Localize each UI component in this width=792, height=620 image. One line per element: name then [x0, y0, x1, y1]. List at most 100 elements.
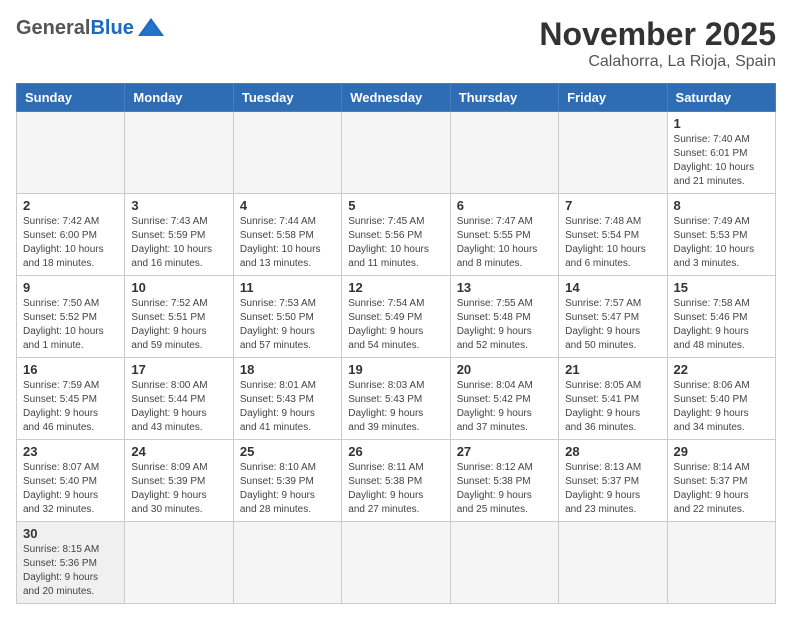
day-info: Sunrise: 7:43 AM Sunset: 5:59 PM Dayligh…	[131, 215, 226, 271]
calendar-week-row: 16 Sunrise: 7:59 AM Sunset: 5:45 PM Dayli…	[17, 358, 776, 440]
calendar-header-wednesday: Wednesday	[342, 84, 450, 112]
calendar: SundayMondayTuesdayWednesdayThursdayFrid…	[16, 83, 776, 604]
day-number: 28	[565, 444, 660, 459]
day-info: Sunrise: 8:06 AM Sunset: 5:40 PM Dayligh…	[674, 379, 769, 435]
day-info: Sunrise: 7:55 AM Sunset: 5:48 PM Dayligh…	[457, 297, 552, 353]
calendar-cell: 17Sunrise: 8:00 AM Sunset: 5:44 PM Dayli…	[125, 358, 233, 440]
day-info: Sunrise: 8:10 AM Sunset: 5:39 PM Dayligh…	[240, 461, 335, 517]
day-info: Sunrise: 7:59 AM Sunset: 5:45 PM Dayligh…	[23, 379, 118, 435]
day-number: 22	[674, 362, 769, 377]
logo-general: General	[16, 17, 90, 40]
month-title: November 2025	[539, 16, 776, 53]
calendar-cell: 3 Sunrise: 7:43 AM Sunset: 5:59 PM Daylig…	[125, 194, 233, 276]
day-number: 20	[457, 362, 552, 377]
calendar-cell	[125, 112, 233, 194]
day-number: 16	[23, 362, 118, 377]
day-number: 9	[23, 280, 118, 295]
day-number: 26	[348, 444, 443, 459]
calendar-cell: 5 Sunrise: 7:45 AM Sunset: 5:56 PM Daylig…	[342, 194, 450, 276]
calendar-cell: 18Sunrise: 8:01 AM Sunset: 5:43 PM Dayli…	[233, 358, 341, 440]
logo: GeneralBlue	[16, 16, 166, 40]
calendar-cell: 10Sunrise: 7:52 AM Sunset: 5:51 PM Dayli…	[125, 276, 233, 358]
calendar-cell: 6 Sunrise: 7:47 AM Sunset: 5:55 PM Daylig…	[450, 194, 558, 276]
title-section: November 2025 Calahorra, La Rioja, Spain	[539, 16, 776, 71]
calendar-cell	[233, 112, 341, 194]
location-title: Calahorra, La Rioja, Spain	[539, 53, 776, 71]
calendar-cell: 20 Sunrise: 8:04 AM Sunset: 5:42 PM Dayli…	[450, 358, 558, 440]
day-info: Sunrise: 8:03 AM Sunset: 5:43 PM Dayligh…	[348, 379, 443, 435]
calendar-week-row: 1Sunrise: 7:40 AM Sunset: 6:01 PM Daylig…	[17, 112, 776, 194]
calendar-cell: 14Sunrise: 7:57 AM Sunset: 5:47 PM Dayli…	[559, 276, 667, 358]
calendar-header-row: SundayMondayTuesdayWednesdayThursdayFrid…	[17, 84, 776, 112]
calendar-header-tuesday: Tuesday	[233, 84, 341, 112]
header: GeneralBlue November 2025 Calahorra, La …	[16, 16, 776, 71]
day-info: Sunrise: 7:53 AM Sunset: 5:50 PM Dayligh…	[240, 297, 335, 353]
calendar-cell: 13Sunrise: 7:55 AM Sunset: 5:48 PM Dayli…	[450, 276, 558, 358]
day-info: Sunrise: 7:54 AM Sunset: 5:49 PM Dayligh…	[348, 297, 443, 353]
day-number: 29	[674, 444, 769, 459]
calendar-cell: 8 Sunrise: 7:49 AM Sunset: 5:53 PM Daylig…	[667, 194, 775, 276]
day-number: 12	[348, 280, 443, 295]
calendar-week-row: 2Sunrise: 7:42 AM Sunset: 6:00 PM Daylig…	[17, 194, 776, 276]
calendar-cell: 21Sunrise: 8:05 AM Sunset: 5:41 PM Dayli…	[559, 358, 667, 440]
calendar-header-sunday: Sunday	[17, 84, 125, 112]
calendar-cell: 16 Sunrise: 7:59 AM Sunset: 5:45 PM Dayli…	[17, 358, 125, 440]
day-info: Sunrise: 8:09 AM Sunset: 5:39 PM Dayligh…	[131, 461, 226, 517]
calendar-cell: 1Sunrise: 7:40 AM Sunset: 6:01 PM Daylig…	[667, 112, 775, 194]
calendar-cell: 30Sunrise: 8:15 AM Sunset: 5:36 PM Dayli…	[17, 522, 125, 604]
day-info: Sunrise: 8:11 AM Sunset: 5:38 PM Dayligh…	[348, 461, 443, 517]
calendar-cell	[342, 522, 450, 604]
calendar-cell: 26 Sunrise: 8:11 AM Sunset: 5:38 PM Dayli…	[342, 440, 450, 522]
day-info: Sunrise: 7:47 AM Sunset: 5:55 PM Dayligh…	[457, 215, 552, 271]
calendar-cell	[342, 112, 450, 194]
day-info: Sunrise: 8:04 AM Sunset: 5:42 PM Dayligh…	[457, 379, 552, 435]
calendar-cell: 9Sunrise: 7:50 AM Sunset: 5:52 PM Daylig…	[17, 276, 125, 358]
calendar-cell	[450, 112, 558, 194]
calendar-cell	[17, 112, 125, 194]
day-info: Sunrise: 8:15 AM Sunset: 5:36 PM Dayligh…	[23, 543, 118, 599]
logo-icon	[136, 16, 166, 40]
day-info: Sunrise: 7:58 AM Sunset: 5:46 PM Dayligh…	[674, 297, 769, 353]
day-number: 25	[240, 444, 335, 459]
calendar-cell	[559, 112, 667, 194]
calendar-cell: 19 Sunrise: 8:03 AM Sunset: 5:43 PM Dayli…	[342, 358, 450, 440]
logo-text: GeneralBlue	[16, 16, 166, 40]
day-number: 1	[674, 116, 769, 131]
calendar-cell: 7Sunrise: 7:48 AM Sunset: 5:54 PM Daylig…	[559, 194, 667, 276]
calendar-cell: 29 Sunrise: 8:14 AM Sunset: 5:37 PM Dayli…	[667, 440, 775, 522]
day-number: 24	[131, 444, 226, 459]
calendar-header-monday: Monday	[125, 84, 233, 112]
day-number: 18	[240, 362, 335, 377]
calendar-header-friday: Friday	[559, 84, 667, 112]
day-info: Sunrise: 7:49 AM Sunset: 5:53 PM Dayligh…	[674, 215, 769, 271]
day-number: 7	[565, 198, 660, 213]
day-info: Sunrise: 8:14 AM Sunset: 5:37 PM Dayligh…	[674, 461, 769, 517]
day-number: 8	[674, 198, 769, 213]
day-info: Sunrise: 7:45 AM Sunset: 5:56 PM Dayligh…	[348, 215, 443, 271]
day-number: 19	[348, 362, 443, 377]
calendar-cell	[233, 522, 341, 604]
calendar-week-row: 23Sunrise: 8:07 AM Sunset: 5:40 PM Dayli…	[17, 440, 776, 522]
day-number: 15	[674, 280, 769, 295]
day-number: 2	[23, 198, 118, 213]
day-number: 4	[240, 198, 335, 213]
day-info: Sunrise: 8:13 AM Sunset: 5:37 PM Dayligh…	[565, 461, 660, 517]
day-info: Sunrise: 8:00 AM Sunset: 5:44 PM Dayligh…	[131, 379, 226, 435]
calendar-cell	[559, 522, 667, 604]
calendar-cell: 24 Sunrise: 8:09 AM Sunset: 5:39 PM Dayli…	[125, 440, 233, 522]
calendar-cell: 23Sunrise: 8:07 AM Sunset: 5:40 PM Dayli…	[17, 440, 125, 522]
logo-blue: Blue	[90, 17, 133, 40]
calendar-cell	[450, 522, 558, 604]
day-number: 10	[131, 280, 226, 295]
day-number: 5	[348, 198, 443, 213]
day-info: Sunrise: 8:05 AM Sunset: 5:41 PM Dayligh…	[565, 379, 660, 435]
calendar-cell: 4Sunrise: 7:44 AM Sunset: 5:58 PM Daylig…	[233, 194, 341, 276]
calendar-cell: 2Sunrise: 7:42 AM Sunset: 6:00 PM Daylig…	[17, 194, 125, 276]
day-number: 14	[565, 280, 660, 295]
calendar-cell: 27Sunrise: 8:12 AM Sunset: 5:38 PM Dayli…	[450, 440, 558, 522]
day-number: 6	[457, 198, 552, 213]
calendar-header-thursday: Thursday	[450, 84, 558, 112]
calendar-cell	[667, 522, 775, 604]
calendar-cell: 15 Sunrise: 7:58 AM Sunset: 5:46 PM Dayli…	[667, 276, 775, 358]
day-number: 3	[131, 198, 226, 213]
